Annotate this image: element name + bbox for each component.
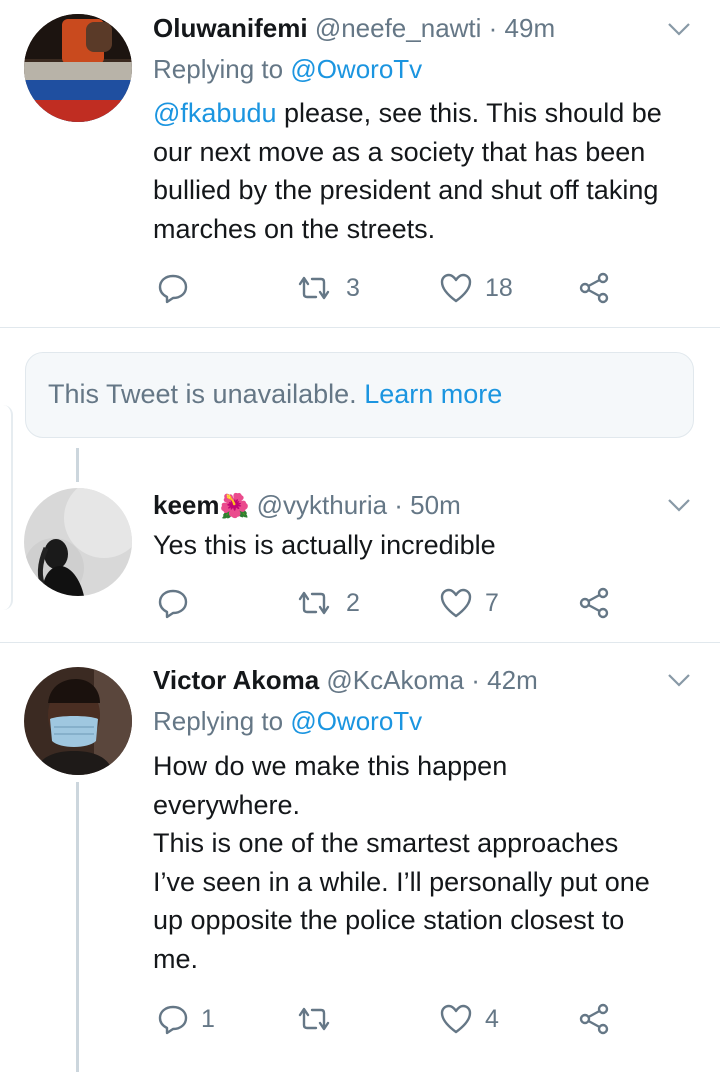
like-button[interactable]: 18 — [439, 270, 513, 306]
retweet-button[interactable] — [294, 1001, 346, 1037]
like-count: 4 — [485, 1004, 499, 1033]
like-icon — [440, 1004, 472, 1034]
tweet-victor-akoma[interactable]: Victor Akoma @KcAkoma · 42m Replying to … — [0, 643, 720, 1072]
reply-button[interactable] — [157, 585, 201, 621]
unavailable-message: This Tweet is unavailable. Learn more — [48, 379, 502, 410]
user-handle[interactable]: @neefe_nawti — [315, 13, 482, 43]
replying-to-label: Replying to — [153, 706, 291, 736]
retweet-button[interactable]: 3 — [294, 270, 360, 306]
timestamp[interactable]: 42m — [487, 665, 538, 695]
tweet-divider — [0, 327, 720, 328]
share-button[interactable] — [578, 1001, 610, 1037]
flower-emoji: 🌺 — [219, 493, 250, 520]
timestamp[interactable]: 50m — [410, 490, 461, 520]
avatar[interactable] — [24, 667, 132, 775]
share-icon — [579, 272, 609, 304]
tweet-text: @fkabudu please, see this. This should b… — [153, 94, 698, 248]
like-button[interactable]: 7 — [439, 585, 499, 621]
action-bar: 3 18 — [153, 270, 653, 306]
tweet-header: Victor Akoma @KcAkoma · 42m — [153, 665, 538, 695]
retweet-icon — [298, 591, 330, 615]
retweet-icon — [298, 276, 330, 300]
tweet-text: Yes this is actually incredible — [153, 530, 496, 560]
tweet-oluwanifemi[interactable]: Oluwanifemi @neefe_nawti · 49m Replying … — [0, 0, 720, 328]
retweet-count: 2 — [346, 588, 360, 617]
caret-down-icon[interactable] — [666, 20, 692, 38]
avatar[interactable] — [24, 14, 132, 122]
replying-to: Replying to @OworoTv — [153, 706, 422, 736]
tweet-header: keem🌺 @vykthuria · 50m — [153, 490, 461, 522]
retweet-button[interactable]: 2 — [294, 585, 360, 621]
caret-down-icon[interactable] — [666, 496, 692, 514]
separator: · — [481, 13, 505, 43]
share-button[interactable] — [578, 270, 610, 306]
like-button[interactable]: 4 — [439, 1001, 499, 1037]
learn-more-link[interactable]: Learn more — [364, 379, 502, 409]
tweet-text-line: This is one of the smartest approaches — [153, 828, 619, 858]
reply-button[interactable] — [157, 270, 201, 306]
unavailable-tweet-card: This Tweet is unavailable. Learn more — [25, 352, 694, 438]
avatar[interactable] — [24, 488, 132, 596]
like-icon — [440, 588, 472, 618]
display-name[interactable]: Oluwanifemi — [153, 13, 308, 43]
separator: · — [387, 490, 411, 520]
like-icon — [440, 273, 472, 303]
reply-button[interactable]: 1 — [157, 1001, 215, 1037]
mention-link[interactable]: @fkabudu — [153, 98, 277, 128]
reply-count: 1 — [201, 1004, 215, 1033]
tweet-text-line: How do we make this happen — [153, 751, 508, 781]
share-button[interactable] — [578, 585, 610, 621]
reply-icon — [158, 589, 188, 619]
user-handle[interactable]: @KcAkoma — [326, 665, 464, 695]
share-icon — [579, 1003, 609, 1035]
tweet-text-line: up opposite the police station closest t… — [153, 905, 625, 935]
display-name[interactable]: Victor Akoma — [153, 665, 319, 695]
tweet-text-line: everywhere. — [153, 789, 301, 820]
separator: · — [464, 665, 488, 695]
caret-down-icon[interactable] — [666, 671, 692, 689]
action-bar: 1 4 — [153, 1001, 653, 1037]
tweet-keem[interactable]: keem🌺 @vykthuria · 50m Yes this is actua… — [0, 482, 720, 642]
thread-line — [76, 448, 79, 482]
share-icon — [579, 587, 609, 619]
reply-icon — [158, 274, 188, 304]
tweet-text-line: I’ve seen in a while. I’ll personally pu… — [153, 866, 650, 897]
unavailable-text: This Tweet is unavailable. — [48, 379, 357, 409]
tweet-text: How do we make this happen everywhere. T… — [153, 747, 698, 978]
tweet-text-line: me. — [153, 943, 199, 974]
timestamp[interactable]: 49m — [505, 13, 556, 43]
action-bar: 2 7 — [153, 585, 653, 621]
retweet-icon — [298, 1007, 330, 1031]
display-name[interactable]: keem — [153, 490, 220, 520]
user-handle[interactable]: @vykthuria — [257, 490, 387, 520]
retweet-count: 3 — [346, 273, 360, 302]
replying-to-link[interactable]: @OworoTv — [290, 706, 422, 736]
replying-to-label: Replying to — [153, 54, 291, 84]
like-count: 18 — [485, 273, 513, 302]
like-count: 7 — [485, 588, 499, 617]
tweet-header: Oluwanifemi @neefe_nawti · 49m — [153, 13, 555, 43]
reply-icon — [158, 1005, 188, 1035]
replying-to: Replying to @OworoTv — [153, 54, 422, 84]
replying-to-link[interactable]: @OworoTv — [290, 54, 422, 84]
